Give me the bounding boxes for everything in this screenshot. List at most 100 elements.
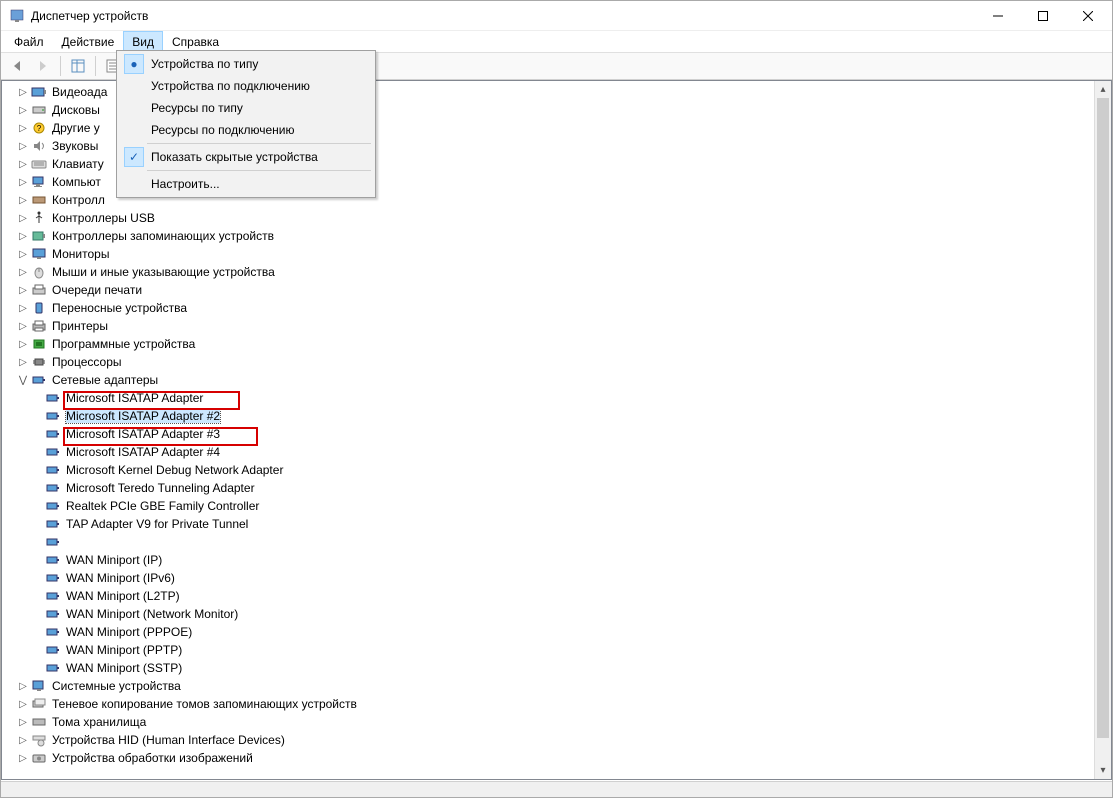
- category-shadow-copy[interactable]: ▷Теневое копирование томов запоминающих …: [2, 695, 1094, 713]
- adapter-wan-sstp[interactable]: WAN Miniport (SSTP): [2, 659, 1094, 677]
- adapter-realtek[interactable]: Realtek PCIe GBE Family Controller: [2, 497, 1094, 515]
- adapter-wan-pppoe[interactable]: WAN Miniport (PPPOE): [2, 623, 1094, 641]
- expand-icon[interactable]: ▷: [16, 175, 30, 189]
- network-adapter-icon: [44, 426, 62, 442]
- view-devices-by-type[interactable]: ● Устройства по типу: [119, 53, 373, 75]
- network-adapter-icon: [30, 372, 48, 388]
- expand-icon[interactable]: ▷: [16, 157, 30, 171]
- expand-icon[interactable]: ▷: [16, 319, 30, 333]
- menubar: Файл Действие Вид Справка: [1, 31, 1112, 52]
- volume-icon: [30, 714, 48, 730]
- category-software[interactable]: ▷Программные устройства: [2, 335, 1094, 353]
- expand-icon[interactable]: ▷: [16, 121, 30, 135]
- menu-separator: [147, 170, 371, 171]
- category-processors[interactable]: ▷Процессоры: [2, 353, 1094, 371]
- expand-icon[interactable]: ▷: [16, 697, 30, 711]
- adapter-wan-l2tp[interactable]: WAN Miniport (L2TP): [2, 587, 1094, 605]
- network-adapter-icon: [44, 570, 62, 586]
- scrollbar-thumb[interactable]: [1097, 98, 1109, 738]
- view-devices-by-connection[interactable]: Устройства по подключению: [119, 75, 373, 97]
- expand-icon[interactable]: ▷: [16, 193, 30, 207]
- maximize-button[interactable]: [1020, 2, 1065, 30]
- app-icon: [9, 8, 25, 24]
- view-dropdown: ● Устройства по типу Устройства по подкл…: [116, 50, 376, 198]
- imaging-icon: [30, 750, 48, 766]
- category-system[interactable]: ▷Системные устройства: [2, 677, 1094, 695]
- monitor-icon: [30, 246, 48, 262]
- expand-icon[interactable]: ▷: [16, 355, 30, 369]
- adapter-isatap-1[interactable]: Microsoft ISATAP Adapter: [2, 389, 1094, 407]
- expand-icon[interactable]: ▷: [16, 301, 30, 315]
- expand-icon[interactable]: ▷: [16, 733, 30, 747]
- expand-icon[interactable]: ▷: [16, 751, 30, 765]
- view-customize[interactable]: Настроить...: [119, 173, 373, 195]
- menu-file[interactable]: Файл: [5, 31, 53, 52]
- network-adapter-icon: [44, 498, 62, 514]
- expand-icon[interactable]: ▷: [16, 265, 30, 279]
- statusbar: [1, 781, 1112, 797]
- printer-icon: [30, 318, 48, 334]
- expand-icon[interactable]: ▷: [16, 139, 30, 153]
- category-network[interactable]: ⋁Сетевые адаптеры: [2, 371, 1094, 389]
- vertical-scrollbar[interactable]: ▴ ▾: [1094, 81, 1111, 779]
- window-buttons: [975, 2, 1110, 30]
- scroll-down-icon[interactable]: ▾: [1095, 762, 1111, 779]
- menu-view[interactable]: Вид: [123, 31, 163, 52]
- category-printers[interactable]: ▷Принтеры: [2, 317, 1094, 335]
- back-button[interactable]: [5, 55, 29, 77]
- view-resources-by-type[interactable]: Ресурсы по типу: [119, 97, 373, 119]
- network-adapter-icon: [44, 588, 62, 604]
- category-hid[interactable]: ▷Устройства HID (Human Interface Devices…: [2, 731, 1094, 749]
- expand-icon[interactable]: ▷: [16, 679, 30, 693]
- category-usb[interactable]: ▷Контроллеры USB: [2, 209, 1094, 227]
- audio-icon: [30, 138, 48, 154]
- view-resources-by-connection[interactable]: Ресурсы по подключению: [119, 119, 373, 141]
- category-mouse[interactable]: ▷Мыши и иные указывающие устройства: [2, 263, 1094, 281]
- view-show-hidden[interactable]: ✓ Показать скрытые устройства: [119, 146, 373, 168]
- menu-help[interactable]: Справка: [163, 31, 228, 52]
- portable-icon: [30, 300, 48, 316]
- category-storage-controllers[interactable]: ▷Контроллеры запоминающих устройств: [2, 227, 1094, 245]
- minimize-button[interactable]: [975, 2, 1020, 30]
- adapter-isatap-4[interactable]: Microsoft ISATAP Adapter #4: [2, 443, 1094, 461]
- collapse-icon[interactable]: ⋁: [16, 373, 30, 387]
- adapter-tap[interactable]: TAP Adapter V9 for Private Tunnel: [2, 515, 1094, 533]
- adapter-wan-ip[interactable]: WAN Miniport (IP): [2, 551, 1094, 569]
- expand-icon[interactable]: ▷: [16, 211, 30, 225]
- adapter-teredo[interactable]: Microsoft Teredo Tunneling Adapter: [2, 479, 1094, 497]
- menu-separator: [147, 143, 371, 144]
- adapter-wan-ipv6[interactable]: WAN Miniport (IPv6): [2, 569, 1094, 587]
- expand-icon[interactable]: ▷: [16, 337, 30, 351]
- adapter-kernel-debug[interactable]: Microsoft Kernel Debug Network Adapter: [2, 461, 1094, 479]
- radio-checked-icon: ●: [124, 54, 144, 74]
- hid-icon: [30, 732, 48, 748]
- expand-icon[interactable]: ▷: [16, 85, 30, 99]
- display-adapter-icon: [30, 84, 48, 100]
- menu-action[interactable]: Действие: [53, 31, 124, 52]
- category-imaging[interactable]: ▷Устройства обработки изображений: [2, 749, 1094, 767]
- adapter-wan-ikev2[interactable]: [2, 533, 1094, 551]
- category-portable[interactable]: ▷Переносные устройства: [2, 299, 1094, 317]
- category-print-queues[interactable]: ▷Очереди печати: [2, 281, 1094, 299]
- expand-icon[interactable]: ▷: [16, 229, 30, 243]
- forward-button[interactable]: [31, 55, 55, 77]
- network-adapter-icon: [44, 462, 62, 478]
- category-monitors[interactable]: ▷Мониторы: [2, 245, 1094, 263]
- other-device-icon: ?: [30, 120, 48, 136]
- adapter-isatap-2[interactable]: Microsoft ISATAP Adapter #2: [2, 407, 1094, 425]
- close-button[interactable]: [1065, 2, 1110, 30]
- category-volumes[interactable]: ▷Тома хранилища: [2, 713, 1094, 731]
- adapter-wan-pptp[interactable]: WAN Miniport (PPTP): [2, 641, 1094, 659]
- network-adapter-icon: [44, 624, 62, 640]
- adapter-isatap-3[interactable]: Microsoft ISATAP Adapter #3: [2, 425, 1094, 443]
- scroll-up-icon[interactable]: ▴: [1095, 81, 1111, 98]
- show-hide-tree-button[interactable]: [66, 55, 90, 77]
- expand-icon[interactable]: ▷: [16, 283, 30, 297]
- expand-icon[interactable]: ▷: [16, 715, 30, 729]
- expand-icon[interactable]: ▷: [16, 103, 30, 117]
- network-adapter-icon: [44, 660, 62, 676]
- adapter-wan-netmon[interactable]: WAN Miniport (Network Monitor): [2, 605, 1094, 623]
- expand-icon[interactable]: ▷: [16, 247, 30, 261]
- network-adapter-icon: [44, 480, 62, 496]
- software-device-icon: [30, 336, 48, 352]
